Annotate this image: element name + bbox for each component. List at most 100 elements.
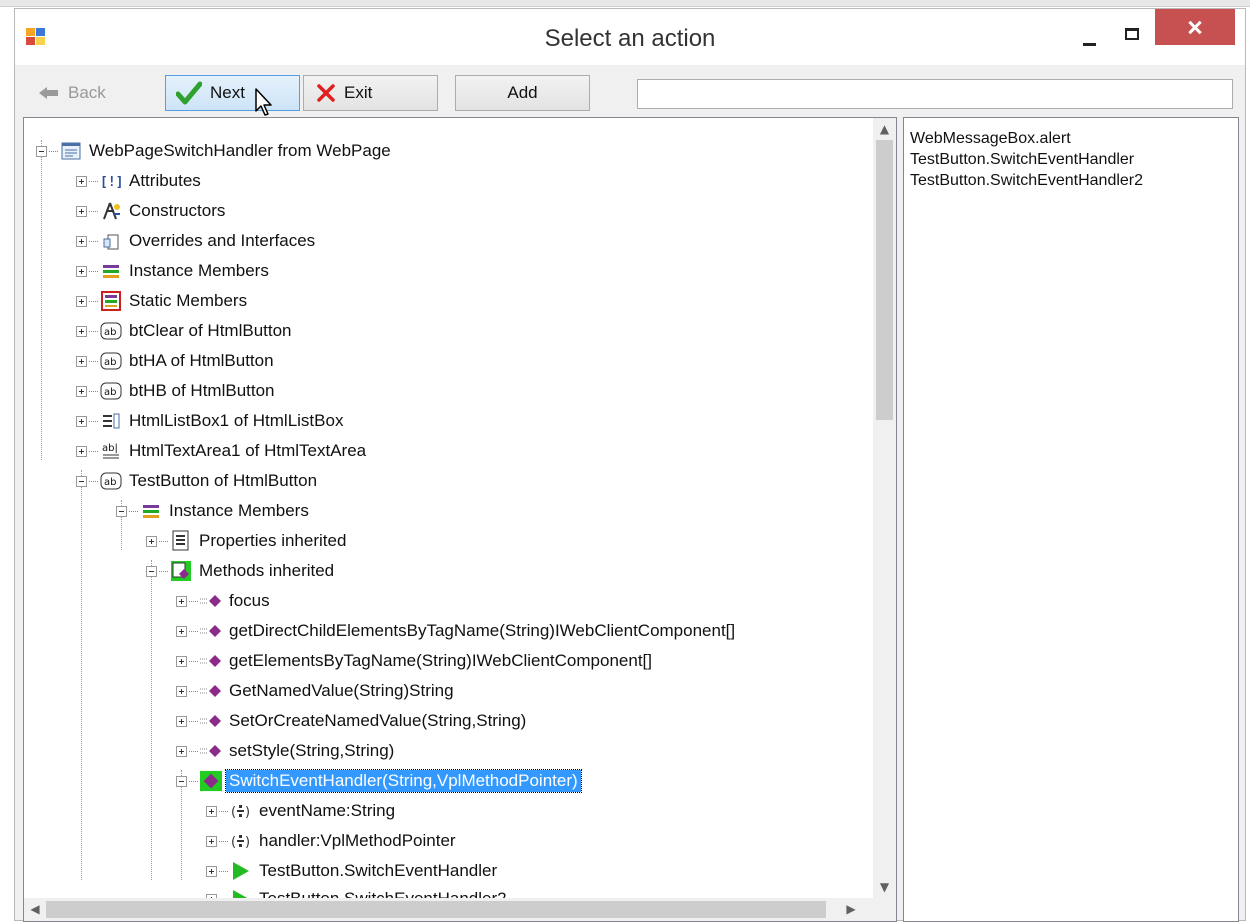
collapse-toggle[interactable] [76, 475, 87, 487]
expand-toggle[interactable] [176, 595, 187, 607]
tree-node-testbutton[interactable]: ab TestButton of HtmlButton [76, 466, 320, 496]
scroll-down-icon[interactable]: ▼ [873, 876, 896, 898]
tree-node-properties-inherited[interactable]: Properties inherited [146, 526, 349, 556]
collapse-toggle[interactable] [36, 145, 47, 157]
collapse-toggle[interactable] [176, 775, 187, 787]
title-bar: Select an action [15, 9, 1245, 65]
horizontal-scroll-thumb[interactable] [46, 901, 826, 918]
expand-toggle[interactable] [76, 385, 87, 397]
method-icon [200, 590, 222, 612]
tree-node-label: TestButton.SwitchEventHandler [259, 861, 498, 880]
expand-toggle[interactable] [76, 295, 87, 307]
expand-toggle[interactable] [76, 175, 87, 187]
close-button[interactable] [1155, 9, 1235, 45]
tree-node-constructors[interactable]: Constructors [76, 196, 228, 226]
svg-text:ab: ab [104, 357, 116, 368]
tree-node-label: btHB of HtmlButton [129, 381, 275, 400]
expand-toggle[interactable] [76, 265, 87, 277]
tree-node-method[interactable]: getElementsByTagName(String)IWebClientCo… [176, 646, 655, 676]
tree-node-method[interactable]: getDirectChildElementsByTagName(String)I… [176, 616, 738, 646]
method-icon [200, 740, 222, 762]
scroll-left-icon[interactable]: ◀ [24, 898, 46, 921]
tree-node-selected-method[interactable]: SwitchEventHandler(String,VplMethodPoint… [176, 766, 582, 796]
tree-node-method[interactable]: focus [176, 586, 273, 616]
method-icon [200, 710, 222, 732]
listbox-control-icon [100, 410, 122, 432]
collapse-toggle[interactable] [146, 565, 157, 577]
scroll-up-icon[interactable]: ▲ [873, 118, 896, 140]
svg-text:ab: ab [104, 387, 116, 398]
expand-toggle[interactable] [146, 535, 157, 547]
expand-toggle[interactable] [76, 205, 87, 217]
next-button-label: Next [210, 83, 245, 102]
back-button[interactable]: Back [25, 75, 160, 111]
expand-toggle[interactable] [176, 685, 187, 697]
svg-text:ab: ab [104, 327, 116, 338]
vertical-scroll-thumb[interactable] [876, 140, 893, 420]
expand-toggle[interactable] [176, 655, 187, 667]
exit-button[interactable]: Exit [303, 75, 438, 111]
scroll-right-icon[interactable]: ▶ [840, 898, 862, 921]
collapse-toggle[interactable] [116, 505, 127, 517]
tree-node-method[interactable]: SetOrCreateNamedValue(String,String) [176, 706, 529, 736]
expand-toggle[interactable] [176, 745, 187, 757]
tree-node-label: Methods inherited [199, 561, 335, 580]
tree-node-parameter[interactable]: () handler:VplMethodPointer [206, 826, 459, 856]
tree-node-method[interactable]: setStyle(String,String) [176, 736, 397, 766]
instance-members-icon [140, 500, 162, 522]
add-button[interactable]: Add [455, 75, 590, 111]
tree-node-label: Instance Members [129, 261, 269, 280]
tree-node-parameter[interactable]: () eventName:String [206, 796, 398, 826]
member-tree[interactable]: WebPageSwitchHandler from WebPage [!] At… [23, 117, 897, 922]
command-input[interactable] [637, 79, 1233, 109]
tree-node-methods-inherited[interactable]: Methods inherited [146, 556, 337, 586]
tree-node-btha[interactable]: ab btHA of HtmlButton [76, 346, 277, 376]
next-button[interactable]: Next [165, 75, 300, 111]
maximize-button[interactable] [1113, 19, 1153, 55]
svg-text:ab: ab [104, 477, 116, 488]
tree-node-bthb[interactable]: ab btHB of HtmlButton [76, 376, 278, 406]
tree-horizontal-scrollbar[interactable]: ◀ ▶ [24, 898, 896, 921]
tree-node-htmltextarea1[interactable]: ab| HtmlTextArea1 of HtmlTextArea [76, 436, 369, 466]
tree-node-static-members[interactable]: Static Members [76, 286, 250, 316]
svg-text:): ) [245, 835, 250, 849]
expand-toggle[interactable] [76, 325, 87, 337]
parameter-icon: () [230, 830, 252, 852]
expand-toggle[interactable] [76, 355, 87, 367]
tree-node-label: SwitchEventHandler(String,VplMethodPoint… [225, 769, 582, 793]
svg-text:(: ( [231, 805, 236, 819]
expand-toggle[interactable] [76, 445, 87, 457]
toolbar: Back Next Exit Add [15, 65, 1245, 115]
expand-toggle[interactable] [76, 235, 87, 247]
actions-list[interactable]: WebMessageBox.alert TestButton.SwitchEve… [903, 117, 1239, 922]
back-button-label: Back [68, 83, 106, 102]
tree-node-testbutton-instance-members[interactable]: Instance Members [116, 496, 312, 526]
tree-vertical-scrollbar[interactable]: ▲ ▼ [873, 118, 896, 898]
tree-node-instance-members[interactable]: Instance Members [76, 256, 272, 286]
expand-toggle[interactable] [206, 865, 217, 877]
list-item[interactable]: WebMessageBox.alert [910, 128, 1238, 149]
expand-toggle[interactable] [206, 805, 217, 817]
tree-node-root[interactable]: WebPageSwitchHandler from WebPage [36, 136, 394, 166]
expand-toggle[interactable] [176, 715, 187, 727]
expand-toggle[interactable] [206, 835, 217, 847]
background-window-edge [0, 0, 1250, 7]
tree-node-attributes[interactable]: [!] Attributes [76, 166, 204, 196]
tree-node-htmllistbox1[interactable]: HtmlListBox1 of HtmlListBox [76, 406, 346, 436]
expand-toggle[interactable] [176, 625, 187, 637]
tree-node-label: getDirectChildElementsByTagName(String)I… [229, 621, 736, 640]
method-icon [200, 620, 222, 642]
list-item[interactable]: TestButton.SwitchEventHandler2 [910, 170, 1238, 191]
tree-node-handler[interactable]: TestButton.SwitchEventHandler [206, 856, 500, 886]
method-icon [200, 650, 222, 672]
list-item[interactable]: TestButton.SwitchEventHandler [910, 149, 1238, 170]
tree-node-method[interactable]: GetNamedValue(String)String [176, 676, 457, 706]
minimize-button[interactable] [1070, 19, 1110, 55]
svg-text:[!]: [!] [100, 175, 122, 189]
instance-members-icon [100, 260, 122, 282]
tree-node-btclear[interactable]: ab btClear of HtmlButton [76, 316, 295, 346]
tree-node-label: getElementsByTagName(String)IWebClientCo… [229, 651, 652, 670]
tree-node-overrides[interactable]: Overrides and Interfaces [76, 226, 318, 256]
expand-toggle[interactable] [76, 415, 87, 427]
tree-node-label: HtmlTextArea1 of HtmlTextArea [129, 441, 367, 460]
